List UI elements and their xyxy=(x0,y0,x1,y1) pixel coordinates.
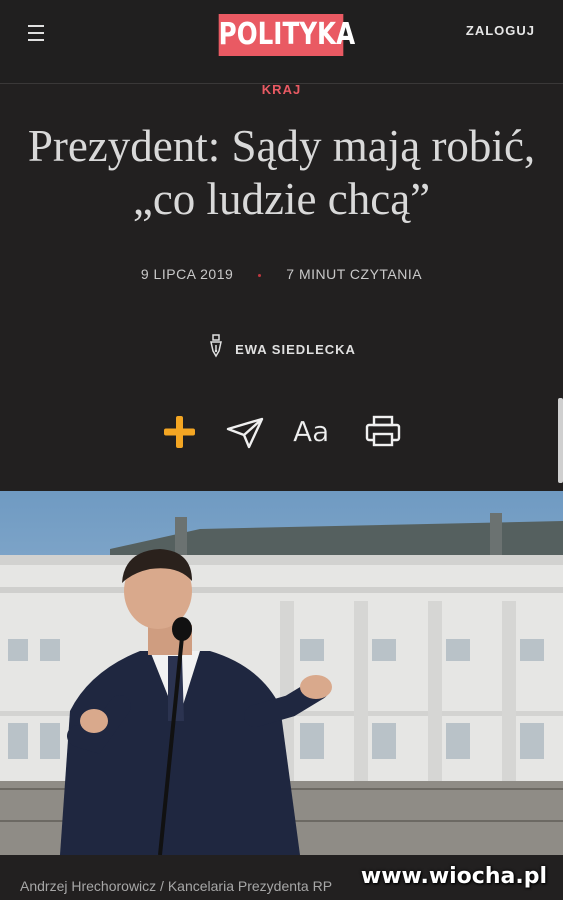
plus-icon xyxy=(162,416,198,458)
scrollbar[interactable] xyxy=(558,398,563,483)
section-tag[interactable]: KRAJ xyxy=(0,82,563,97)
article-toolbar: Aa xyxy=(0,410,563,454)
print-button[interactable] xyxy=(364,410,402,454)
article-date: 9 LIPCA 2019 xyxy=(140,266,234,282)
login-link[interactable]: ZALOGUJ xyxy=(466,23,535,38)
send-icon xyxy=(225,417,265,458)
add-button[interactable] xyxy=(162,410,198,454)
article-meta: 9 LIPCA 2019 7 MINUT CZYTANIA xyxy=(0,266,563,282)
top-bar: POLITYKA ZALOGUJ xyxy=(0,0,563,84)
printer-icon xyxy=(364,415,402,458)
lead-photo xyxy=(0,491,563,855)
watermark: www.wiocha.pl xyxy=(360,864,547,889)
share-button[interactable] xyxy=(225,410,265,454)
site-logo[interactable]: POLITYKA xyxy=(218,14,355,56)
menu-icon[interactable] xyxy=(26,22,48,44)
photo-caption: Andrzej Hrechorowicz / Kancelaria Prezyd… xyxy=(20,878,333,894)
article-title: Prezydent: Sądy mają robić, „co ludzie c… xyxy=(27,121,536,224)
reading-time: 7 MINUT CZYTANIA xyxy=(286,266,423,282)
pen-nib-icon xyxy=(207,334,225,365)
author-byline[interactable]: EWA SIEDLECKA xyxy=(0,334,563,365)
author-name: EWA SIEDLECKA xyxy=(235,342,356,357)
separator-dot xyxy=(258,273,262,277)
font-size-button[interactable]: Aa xyxy=(293,410,339,454)
